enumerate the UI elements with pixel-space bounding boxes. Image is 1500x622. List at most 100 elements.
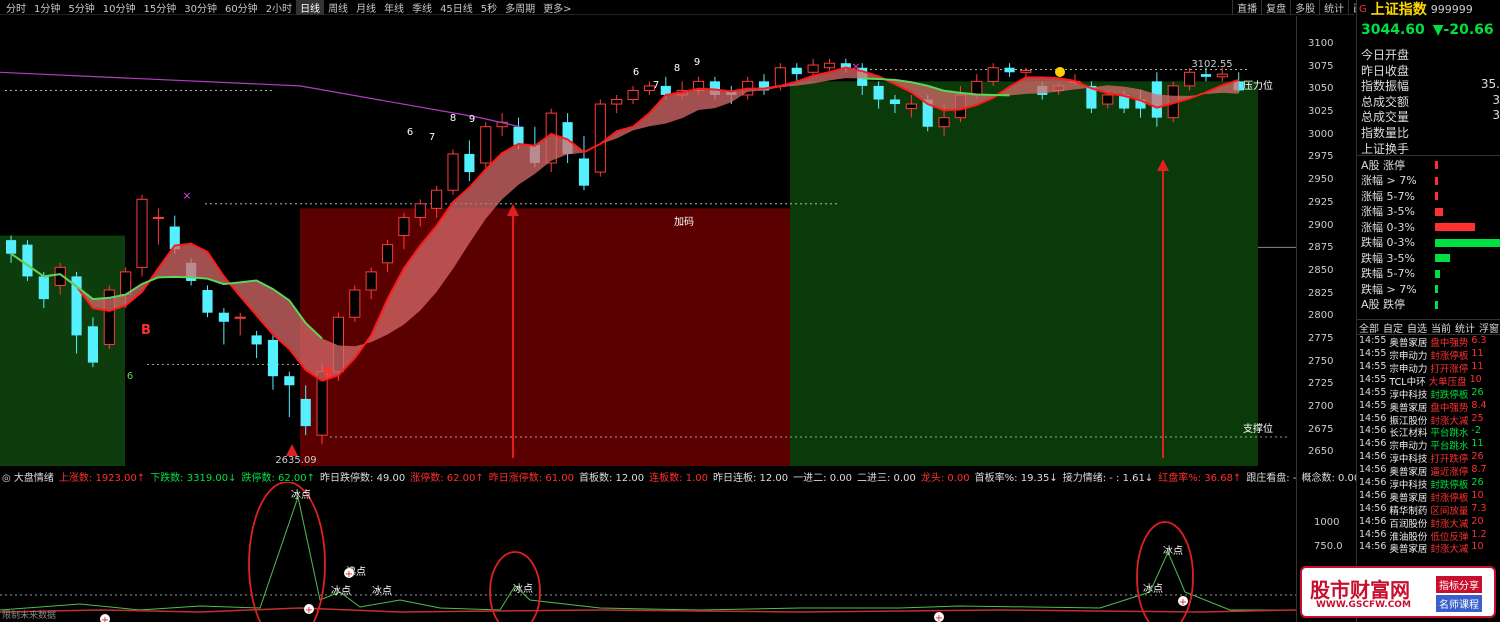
period-tab-13[interactable]: 45日线 xyxy=(436,0,477,15)
toolbar-button-0[interactable]: 直播 xyxy=(1232,0,1261,15)
news-row[interactable]: 14:55 宗申动力 封涨停板 11 xyxy=(1357,348,1500,363)
breadth-row: 涨幅 5-7% xyxy=(1357,188,1500,204)
news-event: 封涨停板 xyxy=(1430,351,1469,363)
news-row[interactable]: 14:56 奥普家居 逼近涨停 8.7 xyxy=(1357,464,1500,479)
news-row[interactable]: 14:55 奥普家居 盘中强势 6.3 xyxy=(1357,335,1500,349)
period-tab-16[interactable]: 更多> xyxy=(539,0,575,15)
candlestick-chart[interactable]: 6 6 7 8 9 6 7 8 9 B B 加码 压力位支撑位 3102.55 2635.09 × × xyxy=(0,16,1296,466)
news-row[interactable]: 14:55 奥普家居 盘中强势 8.4 xyxy=(1357,399,1500,414)
price-tick: 2875 xyxy=(1308,242,1334,254)
stat-label: 指数量比 xyxy=(1361,125,1410,140)
news-tab[interactable]: 当前 xyxy=(1431,320,1451,335)
logo-tag-course[interactable]: 名师课程 xyxy=(1436,595,1482,612)
breadth-label: 跌幅 3-5% xyxy=(1361,251,1415,265)
logo-url: WWW.GSCFW.COM xyxy=(1316,600,1411,610)
news-row[interactable]: 14:56 长江材料 平台跳水 -2 xyxy=(1357,425,1500,440)
breadth-list: A股 涨停 涨幅 > 7% 涨幅 5-7% 涨幅 3-5% 涨幅 0-3% 跌幅 0-3%… xyxy=(1357,157,1500,312)
news-stock: 长江材料 xyxy=(1389,428,1428,440)
price-tick: 3075 xyxy=(1308,60,1334,72)
index-change: ▼-20.66 xyxy=(1432,22,1494,38)
period-tab-8[interactable]: 日线 xyxy=(296,0,325,15)
cross-marker: × xyxy=(851,60,860,73)
news-event: 打开跌停 xyxy=(1430,454,1469,466)
news-time: 14:56 xyxy=(1359,515,1387,527)
chart-label: B xyxy=(323,366,333,381)
logo-tag-share[interactable]: 指标分享 xyxy=(1436,576,1482,593)
news-value: 26 xyxy=(1471,476,1484,488)
period-toolbar: 分时 1分钟 5分钟 10分钟 15分钟 30分钟 60分钟 2小时 日线 周线 月线 年线 季线 45日… xyxy=(0,0,1355,15)
news-row[interactable]: 14:56 奥普家居 封涨停板 10 xyxy=(1357,490,1500,504)
news-time: 14:56 xyxy=(1359,541,1387,553)
period-tab-4[interactable]: 15分钟 xyxy=(139,0,180,15)
period-tab-3[interactable]: 10分钟 xyxy=(99,0,140,15)
news-row[interactable]: 14:56 宗申动力 平台跳水 11 xyxy=(1357,438,1500,453)
period-tab-9[interactable]: 周线 xyxy=(324,0,352,15)
news-time: 14:56 xyxy=(1359,451,1387,463)
chart-label: 支撑位 xyxy=(1243,422,1273,435)
news-row[interactable]: 14:56 振江股份 封涨大减 25 xyxy=(1357,413,1500,427)
news-stock: 奥普家居 xyxy=(1389,467,1428,479)
period-tab-2[interactable]: 5分钟 xyxy=(64,0,98,15)
candle xyxy=(594,99,606,177)
period-tab-14[interactable]: 5秒 xyxy=(477,0,501,15)
news-stock: 振江股份 xyxy=(1389,415,1428,427)
price-tick: 3025 xyxy=(1308,106,1334,118)
period-tab-15[interactable]: 多周期 xyxy=(501,0,539,15)
sub-chart-label: 冰点 xyxy=(372,584,392,597)
news-tab[interactable]: 浮窗 xyxy=(1479,320,1499,335)
period-tab-6[interactable]: 60分钟 xyxy=(221,0,262,15)
breadth-bar xyxy=(1435,223,1475,232)
news-time: 14:56 xyxy=(1359,528,1387,540)
news-row[interactable]: 14:56 奥普家居 封涨大减 10 xyxy=(1357,541,1500,555)
news-row[interactable]: 14:55 淳中科技 封跌停板 26 xyxy=(1357,387,1500,401)
stat-label: 总成交量 xyxy=(1361,110,1410,125)
news-tab[interactable]: 统计 xyxy=(1455,320,1475,335)
news-tab[interactable]: 全部 xyxy=(1359,320,1379,335)
period-tab-11[interactable]: 年线 xyxy=(380,0,408,15)
toolbar-button-1[interactable]: 复盘 xyxy=(1261,0,1290,15)
breadth-label: A股 跌停 xyxy=(1361,298,1406,312)
period-tab-1[interactable]: 1分钟 xyxy=(30,0,64,15)
chart-label: 8 xyxy=(674,63,680,74)
period-tab-0[interactable]: 分时 xyxy=(2,0,30,15)
toolbar-button-3[interactable]: 统计 xyxy=(1319,0,1348,15)
news-tabs: 全部 自定 自选 当前 统计 浮窗 xyxy=(1357,319,1500,336)
news-tab[interactable]: 自定 xyxy=(1383,320,1403,335)
period-tab-10[interactable]: 月线 xyxy=(352,0,380,15)
breadth-bar xyxy=(1435,207,1443,216)
news-row[interactable]: 14:56 淳中科技 封跌停板 26 xyxy=(1357,476,1500,491)
candle xyxy=(349,285,361,322)
period-tab-5[interactable]: 30分钟 xyxy=(180,0,221,15)
candle xyxy=(447,149,459,195)
news-time: 14:55 xyxy=(1359,399,1387,411)
period-tab-7[interactable]: 2小时 xyxy=(262,0,296,15)
news-tab[interactable]: 自选 xyxy=(1407,320,1427,335)
stat-row: 指数振幅 35. xyxy=(1357,77,1500,93)
price-tick: 2825 xyxy=(1308,287,1334,299)
news-time: 14:56 xyxy=(1359,438,1387,450)
news-stock: 奥普家居 xyxy=(1389,402,1428,414)
period-tab-12[interactable]: 季线 xyxy=(408,0,436,15)
news-row[interactable]: 14:55 宗申动力 打开涨停 11 xyxy=(1357,361,1500,375)
breadth-label: 跌幅 > 7% xyxy=(1361,282,1417,296)
toolbar-button-2[interactable]: 多股 xyxy=(1290,0,1319,15)
news-row[interactable]: 14:56 精华制药 区间放量 7.3 xyxy=(1357,503,1500,517)
chart-label: 8 xyxy=(450,113,456,124)
bottom-left-note: 限制未来数据 xyxy=(2,611,57,621)
sentiment-chart[interactable]: 冰点冰点沸点冰点 冰点冰点冰点+++++ xyxy=(0,482,1296,622)
news-value: 10 xyxy=(1469,373,1482,385)
news-row[interactable]: 14:56 百润股份 封涨大减 20 xyxy=(1357,515,1500,530)
news-row[interactable]: 14:56 淮油股份 低位反弹 1.2 xyxy=(1357,528,1500,543)
news-stock: 宗申动力 xyxy=(1389,441,1428,453)
stat-label: 昨日收盘 xyxy=(1361,63,1410,78)
svg-text:+: + xyxy=(1179,597,1187,608)
svg-text:+: + xyxy=(305,605,313,616)
price-tick: 2650 xyxy=(1308,446,1334,458)
breadth-bar xyxy=(1435,285,1438,294)
news-time: 14:56 xyxy=(1359,425,1387,437)
legend-item: 概念数: 0.00 xyxy=(1301,473,1361,484)
breadth-bar xyxy=(1435,192,1438,201)
chart-label: 3102.55 xyxy=(1191,59,1232,70)
news-row[interactable]: 14:56 淳中科技 打开跌停 26 xyxy=(1357,451,1500,466)
news-row[interactable]: 14:55 TCL中环 大单压盘 10 xyxy=(1357,373,1500,388)
